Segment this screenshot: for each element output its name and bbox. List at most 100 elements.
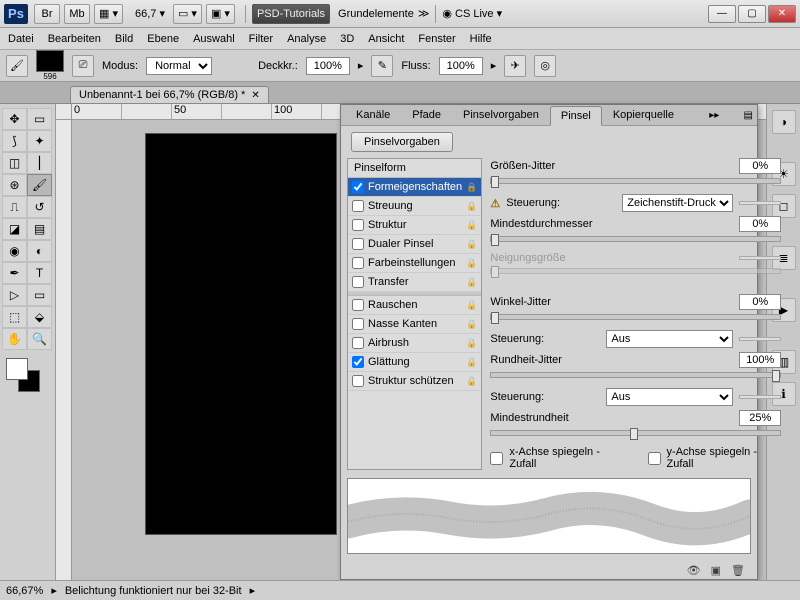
brush-option-struktur[interactable]: Struktur🔒 <box>348 216 481 235</box>
tab-pinsel[interactable]: Pinsel <box>550 106 602 126</box>
dodge-tool[interactable]: ◐ <box>27 240 52 262</box>
brush-tool[interactable]: 🖌 <box>27 174 52 196</box>
type-tool[interactable]: T <box>27 262 52 284</box>
brush-option-checkbox[interactable] <box>352 299 364 311</box>
brush-option-checkbox[interactable] <box>352 318 364 330</box>
steuerung3-select[interactable]: Aus <box>606 388 733 406</box>
close-tab-icon[interactable]: ✕ <box>251 90 259 101</box>
mode-select[interactable]: Normal <box>146 57 212 75</box>
brush-option-checkbox[interactable] <box>352 219 364 231</box>
lock-icon[interactable]: 🔒 <box>466 258 477 269</box>
menu-bearbeiten[interactable]: Bearbeiten <box>48 33 101 45</box>
brush-preview[interactable]: 596 <box>36 50 64 81</box>
brush-option-checkbox[interactable] <box>352 200 364 212</box>
groessen-jitter-value[interactable]: 0% <box>739 158 781 174</box>
tab-kanaele[interactable]: Kanäle <box>345 105 401 125</box>
rund-slider[interactable] <box>490 372 781 378</box>
toggle-preview-icon[interactable]: 👁 <box>687 564 701 577</box>
blur-tool[interactable]: ◉ <box>2 240 27 262</box>
menu-ansicht[interactable]: Ansicht <box>368 33 404 45</box>
brush-option-formeigenschaften[interactable]: Formeigenschaften🔒 <box>348 178 481 197</box>
cslive-button[interactable]: ◉ CS Live ▾ <box>442 7 502 20</box>
lock-icon[interactable]: 🔒 <box>466 338 477 349</box>
opacity-input[interactable] <box>306 57 350 75</box>
lock-icon[interactable]: 🔒 <box>466 182 477 193</box>
lock-icon[interactable]: 🔒 <box>466 277 477 288</box>
opacity-flyout[interactable]: ▸ <box>358 59 364 72</box>
airbrush-button[interactable]: ✈ <box>504 55 526 77</box>
3d-tool[interactable]: ⬚ <box>2 306 27 328</box>
eyedropper-tool[interactable]: ⎮ <box>27 152 52 174</box>
lock-icon[interactable]: 🔒 <box>466 319 477 330</box>
ruler-vertical[interactable] <box>56 120 72 580</box>
status-info-icon[interactable]: ▸ <box>51 584 57 597</box>
minibridge-button[interactable]: Mb <box>64 4 90 24</box>
lock-icon[interactable]: 🔒 <box>466 357 477 368</box>
menu-3d[interactable]: 3D <box>340 33 354 45</box>
steuerung1-select[interactable]: Zeichenstift-Druck <box>622 194 733 212</box>
document-tab[interactable]: Unbenannt-1 bei 66,7% (RGB/8) *✕ <box>70 86 269 103</box>
marquee-tool[interactable]: ▭ <box>27 108 52 130</box>
brush-option-checkbox[interactable] <box>352 356 364 368</box>
zoom-tool[interactable]: 🔍 <box>27 328 52 350</box>
pen-tool[interactable]: ✒ <box>2 262 27 284</box>
flow-flyout[interactable]: ▸ <box>491 59 497 72</box>
brush-option-checkbox[interactable] <box>352 238 364 250</box>
brush-option-checkbox[interactable] <box>352 276 364 288</box>
workspace-1[interactable]: PSD-Tutorials <box>252 4 330 24</box>
menu-bild[interactable]: Bild <box>115 33 133 45</box>
tab-pfade[interactable]: Pfade <box>401 105 452 125</box>
lock-icon[interactable]: 🔒 <box>466 376 477 387</box>
brush-option-airbrush[interactable]: Airbrush🔒 <box>348 334 481 353</box>
pinselvorgaben-button[interactable]: Pinselvorgaben <box>351 132 453 152</box>
brush-options-header[interactable]: Pinselform <box>348 159 481 178</box>
color-wells[interactable] <box>2 358 53 398</box>
path-select-tool[interactable]: ▷ <box>2 284 27 306</box>
brush-option-checkbox[interactable] <box>352 375 364 387</box>
eraser-tool[interactable]: ◪ <box>2 218 27 240</box>
lock-icon[interactable]: 🔒 <box>466 239 477 250</box>
canvas[interactable] <box>146 134 336 534</box>
workspace-2[interactable]: Grundelemente <box>338 8 414 20</box>
pressure-size-button[interactable]: ◎ <box>534 55 556 77</box>
brush-panel-toggle[interactable]: ⎚ <box>72 55 94 77</box>
panel-menu-icon[interactable]: ▤ <box>744 110 753 121</box>
gradient-tool[interactable]: ▤ <box>27 218 52 240</box>
brush-option-checkbox[interactable] <box>352 337 364 349</box>
menu-filter[interactable]: Filter <box>249 33 273 45</box>
zoom-readout[interactable]: 66,7 ▾ <box>135 7 165 20</box>
new-preset-icon[interactable]: ▣ <box>711 564 721 577</box>
brush-option-checkbox[interactable] <box>352 181 364 193</box>
maximize-button[interactable]: ▢ <box>738 5 766 23</box>
menu-fenster[interactable]: Fenster <box>418 33 455 45</box>
3d-camera-tool[interactable]: ⬙ <box>27 306 52 328</box>
menu-hilfe[interactable]: Hilfe <box>470 33 492 45</box>
minrund-slider[interactable] <box>490 430 781 436</box>
crop-tool[interactable]: ◫ <box>2 152 27 174</box>
brush-option-struktur-schützen[interactable]: Struktur schützen🔒 <box>348 372 481 391</box>
brush-option-glättung[interactable]: Glättung🔒 <box>348 353 481 372</box>
brush-option-nasse-kanten[interactable]: Nasse Kanten🔒 <box>348 315 481 334</box>
minimize-button[interactable]: — <box>708 5 736 23</box>
bridge-button[interactable]: Br <box>34 4 60 24</box>
menu-datei[interactable]: Datei <box>8 33 34 45</box>
trash-icon[interactable]: 🗑 <box>731 564 745 577</box>
groessen-jitter-slider[interactable] <box>490 178 781 184</box>
arrange-button[interactable]: ▭ ▾ <box>173 4 202 24</box>
screen-mode-button[interactable]: ▣ ▾ <box>206 4 235 24</box>
brush-option-farbeinstellungen[interactable]: Farbeinstellungen🔒 <box>348 254 481 273</box>
heal-tool[interactable]: ⊛ <box>2 174 27 196</box>
minrund-value[interactable]: 25% <box>739 410 781 426</box>
lock-icon[interactable]: 🔒 <box>466 220 477 231</box>
workspace-more[interactable]: ≫ <box>418 7 430 20</box>
tab-pinselvorgaben[interactable]: Pinselvorgaben <box>452 105 550 125</box>
status-zoom[interactable]: 66,67% <box>6 585 43 597</box>
wand-tool[interactable]: ✦ <box>27 130 52 152</box>
color-panel-icon[interactable]: ◑ <box>772 110 796 134</box>
lasso-tool[interactable]: ⟆ <box>2 130 27 152</box>
status-flyout[interactable]: ▸ <box>250 584 256 597</box>
flow-input[interactable] <box>439 57 483 75</box>
brush-option-transfer[interactable]: Transfer🔒 <box>348 273 481 292</box>
rund-value[interactable]: 100% <box>739 352 781 368</box>
brush-option-checkbox[interactable] <box>352 257 364 269</box>
